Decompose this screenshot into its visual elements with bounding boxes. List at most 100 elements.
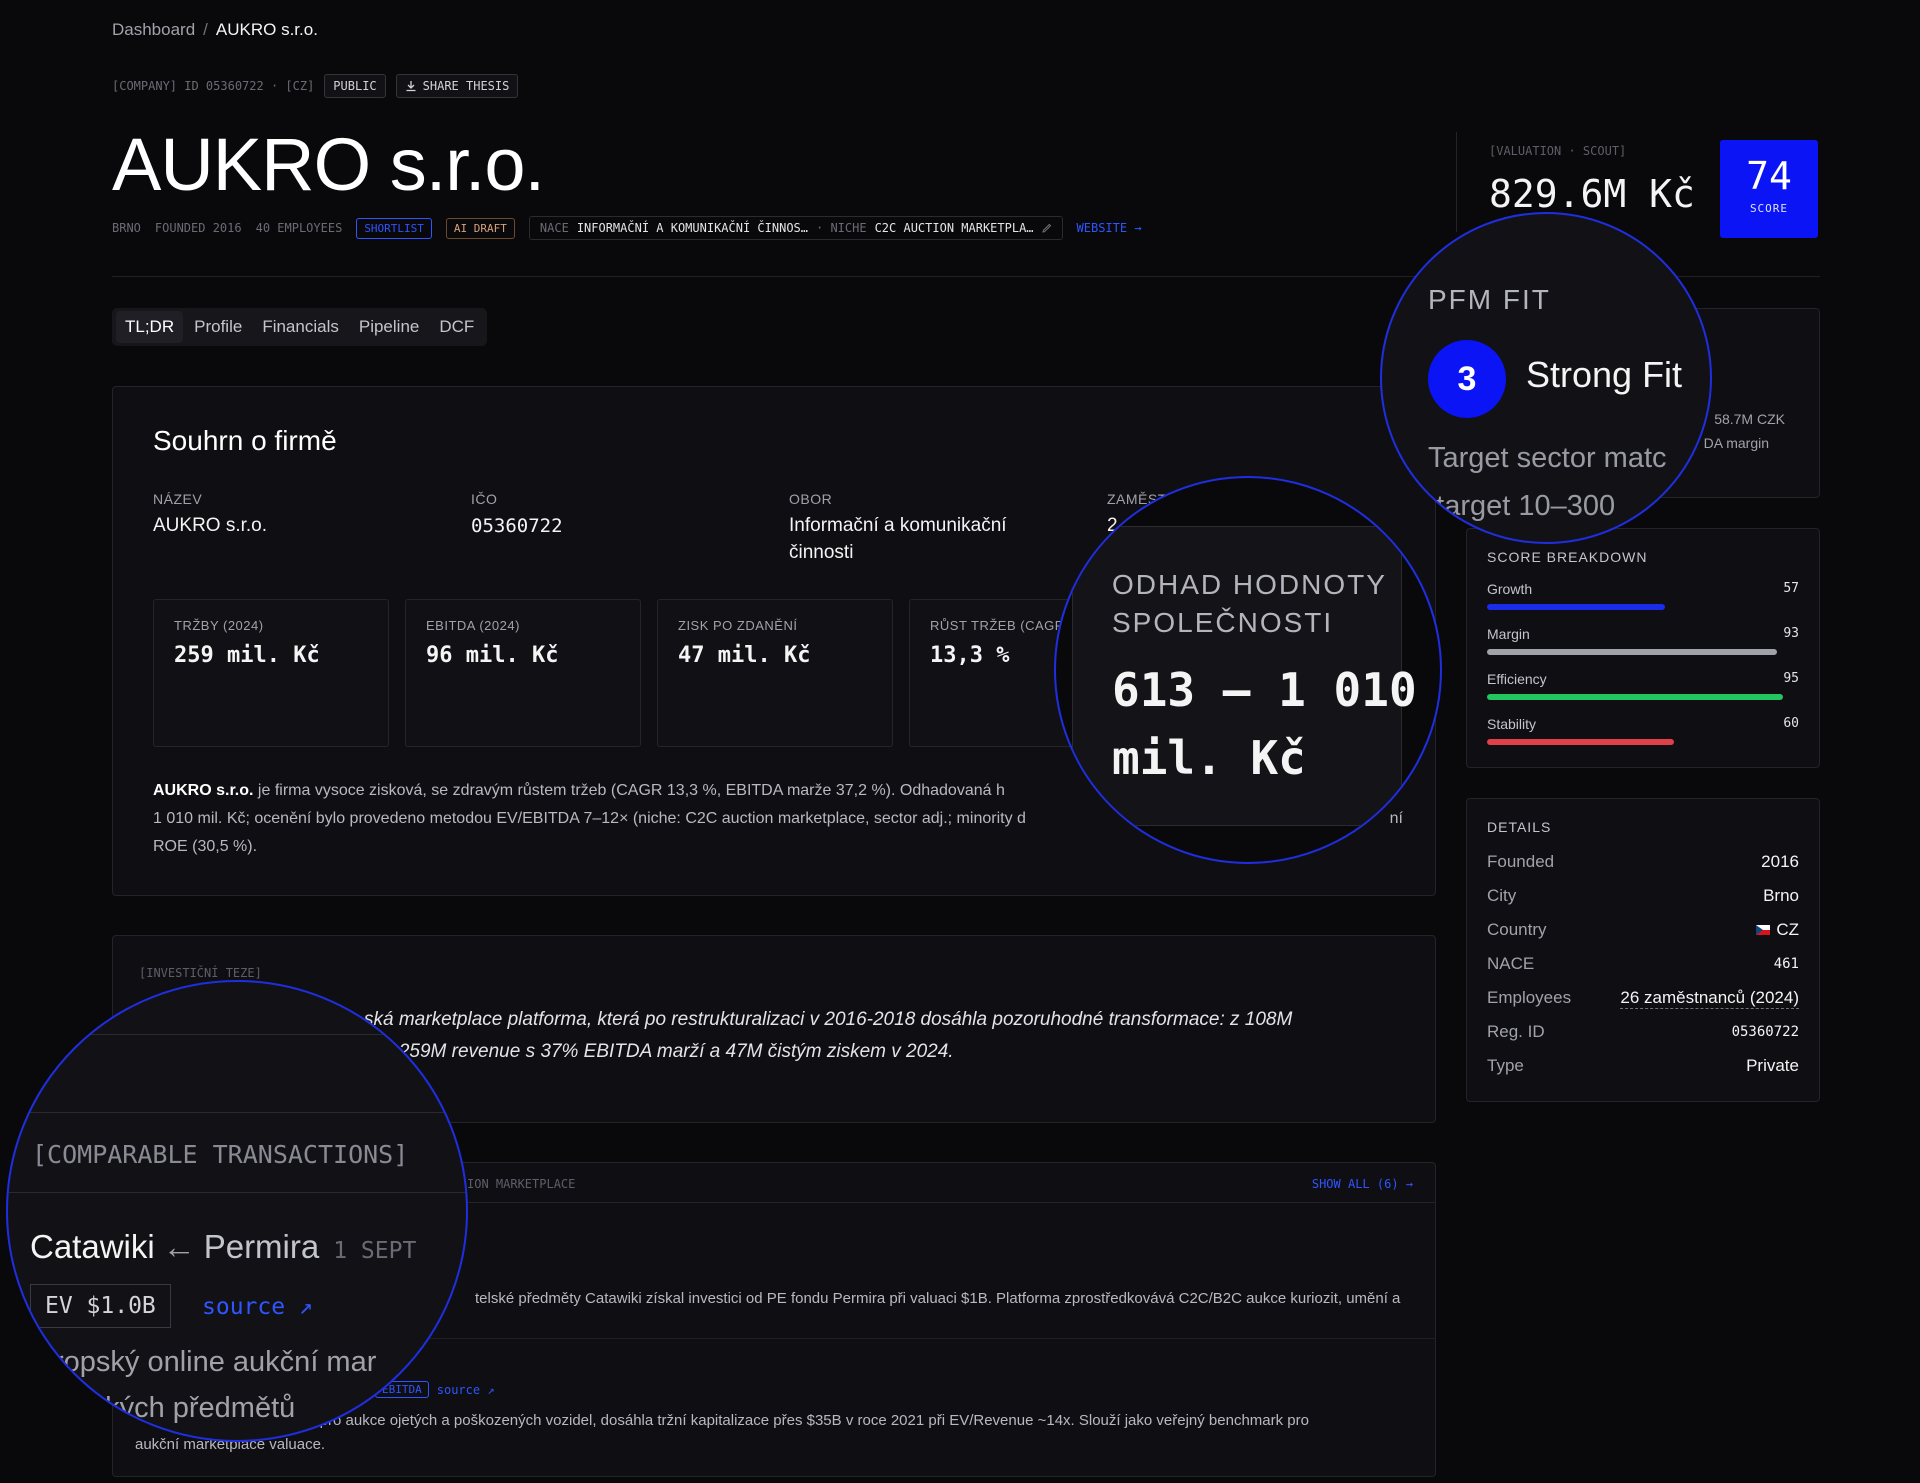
comparable-transactions-magnifier: [COMPARABLE TRANSACTIONS] Catawiki ← Per…: [6, 980, 468, 1442]
pencil-icon[interactable]: [1041, 223, 1052, 233]
czech-flag-icon: [1756, 925, 1771, 935]
ai-draft-badge: AI DRAFT: [445, 217, 515, 239]
comps-lens-title: [COMPARABLE TRANSACTIONS]: [32, 1140, 409, 1169]
comp-source-link[interactable]: source ↗: [202, 1294, 313, 1320]
details-card: DETAILS Founded 2016 City Brno Country CZ …: [1466, 798, 1820, 1102]
breakdown-bar-fill: [1487, 604, 1665, 610]
summary-text-line1: je firma vysoce zisková, se zdravým růst…: [253, 782, 1005, 799]
details-label: Reg. ID: [1487, 1022, 1545, 1041]
metric-label: ZISK PO ZDANĚNÍ: [678, 618, 798, 633]
metric-ebitda: EBITDA (2024) 96 mil. Kč: [405, 599, 641, 747]
page-title: AUKRO s.r.o.: [112, 123, 545, 206]
pfm-fit-magnifier: PFM FIT 3 Strong Fit Target sector matc …: [1380, 212, 1712, 544]
pfm-title: PFM FIT: [1428, 284, 1551, 315]
valuation-estimate-label-line1: ODHAD HODNOTY: [1112, 569, 1387, 600]
tab-tldr[interactable]: TL;DR: [116, 311, 184, 343]
shortlist-badge[interactable]: SHORTLIST: [356, 217, 432, 239]
pfm-peek-label: DA margin: [1703, 435, 1769, 451]
comp-lens-line2: elských předmětů: [68, 1392, 296, 1424]
details-value: Private: [1746, 1056, 1799, 1075]
comp-ev-badge: EV $1.0B: [30, 1284, 171, 1328]
details-title: DETAILS: [1487, 819, 1552, 835]
score-value: 74: [1746, 154, 1792, 198]
details-row-nace: NACE 461: [1487, 947, 1799, 981]
tab-profile[interactable]: Profile: [185, 311, 251, 343]
comp-acquirer: Permira: [203, 1228, 320, 1265]
breakdown-bar-fill: [1487, 694, 1784, 700]
breakdown-label: Efficiency: [1487, 671, 1547, 687]
breakdown-bar-fill: [1487, 649, 1778, 655]
details-value: CZ: [1776, 920, 1799, 939]
fact-label: OBOR: [789, 491, 833, 507]
tab-financials[interactable]: Financials: [253, 311, 348, 343]
source-link[interactable]: source ↗: [437, 1383, 495, 1397]
breakdown-bar-track: [1487, 739, 1799, 745]
lens-divider: [8, 1112, 466, 1113]
breadcrumb: Dashboard / AUKRO s.r.o.: [112, 20, 318, 40]
comp-tags: EBITDA source ↗: [375, 1381, 495, 1398]
details-value: 461: [1773, 956, 1799, 972]
tab-pipeline[interactable]: Pipeline: [350, 311, 429, 343]
details-label: Employees: [1487, 988, 1572, 1007]
tab-bar: TL;DR Profile Financials Pipeline DCF: [112, 308, 488, 346]
details-value[interactable]: 26 zaměstnanců (2024): [1620, 988, 1799, 1009]
breakdown-row-margin: Margin 93: [1487, 626, 1799, 655]
valuation-estimate-value: 613 – 1 010 mil. Kč: [1112, 656, 1417, 792]
details-row-city: City Brno: [1487, 879, 1799, 913]
lens-divider: [8, 1034, 466, 1035]
valuation-estimate-value-line1: 613 – 1 010: [1112, 663, 1417, 717]
nace-niche-field[interactable]: NACE INFORMAČNÍ A KOMUNIKAČNÍ ČINNOS… · …: [528, 216, 1063, 240]
metric-label: EBITDA (2024): [426, 618, 520, 633]
fact-label: NÁZEV: [153, 491, 203, 507]
valuation-estimate-value-line2: mil. Kč: [1112, 731, 1306, 785]
comps-header-title: ION MARKETPLACE: [467, 1177, 576, 1191]
score-badge: 74 SCORE: [1720, 140, 1818, 238]
share-thesis-label: SHARE THESIS: [422, 79, 510, 93]
breadcrumb-dashboard-link[interactable]: Dashboard: [112, 20, 195, 39]
company-city: BRNO: [112, 221, 141, 235]
share-thesis-button[interactable]: SHARE THESIS: [395, 74, 519, 98]
thesis-label: [INVESTIČNÍ TEZE]: [139, 966, 262, 980]
breakdown-value: 57: [1783, 581, 1799, 596]
breakdown-row-efficiency: Efficiency 95: [1487, 671, 1799, 700]
details-value: 05360722: [1731, 1024, 1799, 1040]
tab-dcf[interactable]: DCF: [430, 311, 483, 343]
details-row-employees: Employees 26 zaměstnanců (2024): [1487, 981, 1799, 1015]
breakdown-bar-track: [1487, 694, 1799, 700]
arrow-left-icon: ←: [162, 1228, 196, 1265]
website-link[interactable]: WEBSITE →: [1077, 221, 1142, 235]
details-row-founded: Founded 2016: [1487, 845, 1799, 879]
company-id-text: [COMPANY] ID 05360722 · [CZ]: [112, 79, 315, 93]
valuation-estimate-magnifier: ODHAD HODNOTY SPOLEČNOSTI 613 – 1 010 mi…: [1054, 476, 1442, 864]
details-label: NACE: [1487, 954, 1535, 973]
breadcrumb-separator: /: [203, 20, 208, 39]
fact-value: AUKRO s.r.o.: [153, 515, 268, 536]
comp-headline[interactable]: Catawiki ← Permira 1 SEPT: [30, 1228, 416, 1266]
nace-label: NACE: [539, 221, 569, 235]
fact-name: NÁZEV AUKRO s.r.o.: [153, 491, 267, 540]
details-label: Country: [1487, 920, 1547, 939]
nace-value: INFORMAČNÍ A KOMUNIKAČNÍ ČINNOS…: [576, 221, 808, 235]
valuation-value: 829.6M Kč: [1489, 172, 1695, 216]
valuation-estimate-label-line2: SPOLEČNOSTI: [1112, 607, 1334, 638]
score-label: SCORE: [1749, 202, 1789, 215]
download-icon: [406, 81, 416, 92]
breakdown-value: 95: [1783, 671, 1799, 686]
score-breakdown-card: SCORE BREAKDOWN Growth 57 Margin 93 Effici…: [1466, 528, 1820, 768]
details-label: Type: [1487, 1056, 1524, 1075]
metric-revenue: TRŽBY (2024) 259 mil. Kč: [153, 599, 389, 747]
comp-date: 1 SEPT: [333, 1238, 417, 1264]
valuation-estimate-label: ODHAD HODNOTY SPOLEČNOSTI: [1112, 566, 1387, 642]
show-all-link[interactable]: SHOW ALL (6) →: [1312, 1177, 1413, 1191]
breakdown-bar-track: [1487, 649, 1799, 655]
niche-value: C2C AUCTION MARKETPLA…: [874, 221, 1034, 235]
breakdown-title: SCORE BREAKDOWN: [1487, 549, 1648, 565]
breakdown-label: Margin: [1487, 626, 1530, 642]
metric-value: 96 mil. Kč: [426, 643, 559, 668]
lens-divider: [8, 1192, 466, 1193]
summary-title: Souhrn o firmě: [153, 425, 337, 456]
company-employees: 40 EMPLOYEES: [255, 221, 343, 235]
breakdown-value: 93: [1783, 626, 1799, 641]
comp-desc-line2: aukční marketplace valuace.: [135, 1436, 326, 1453]
fact-ico: IČO 05360722: [471, 491, 563, 540]
